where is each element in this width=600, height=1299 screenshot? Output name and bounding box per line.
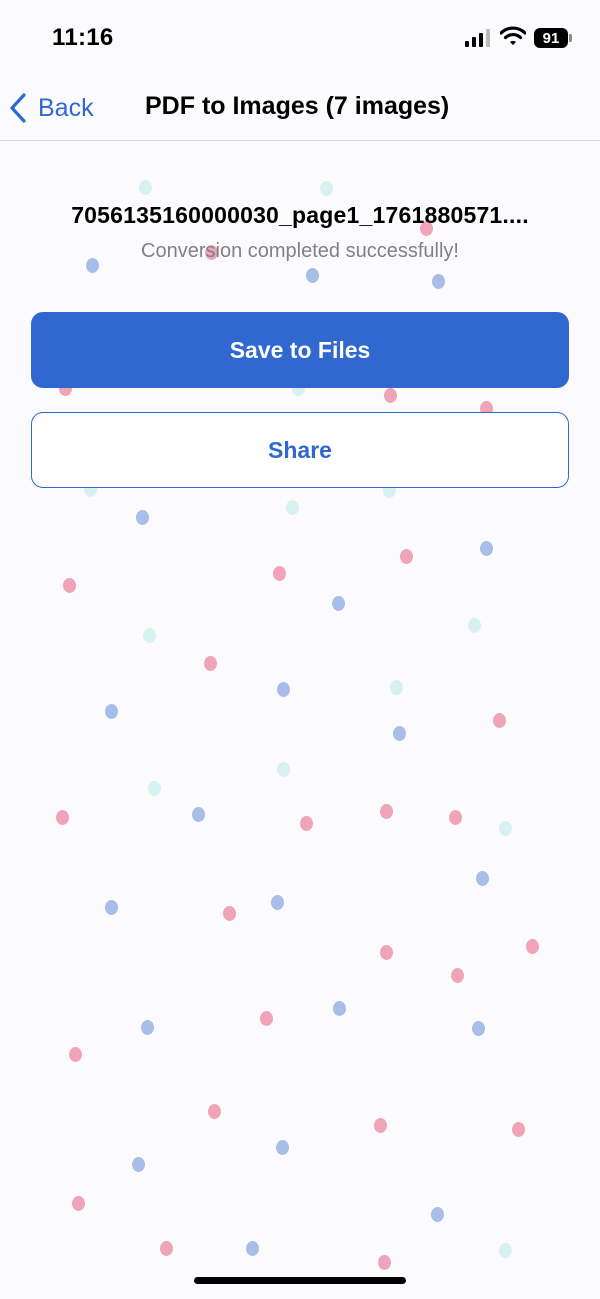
confetti-dot: [378, 1255, 391, 1270]
confetti-dot: [400, 549, 413, 564]
confetti-dot: [277, 762, 290, 777]
confetti-dot: [512, 1122, 525, 1137]
confetti-dot: [271, 895, 284, 910]
confetti-dot: [69, 1047, 82, 1062]
confetti-dot: [208, 1104, 221, 1119]
status-time: 11:16: [52, 24, 114, 51]
conversion-status-message: Conversion completed successfully!: [141, 240, 459, 262]
confetti-dot: [143, 628, 156, 643]
chevron-left-icon: [10, 93, 26, 123]
confetti-dot: [480, 541, 493, 556]
confetti-dot: [451, 968, 464, 983]
confetti-dot: [499, 821, 512, 836]
confetti-dot: [72, 1196, 85, 1211]
confetti-dot: [273, 566, 286, 581]
confetti-dot: [105, 704, 118, 719]
confetti-dot: [63, 578, 76, 593]
confetti-dot: [493, 713, 506, 728]
confetti-dot: [390, 680, 403, 695]
confetti-dot: [432, 274, 445, 289]
confetti-dot: [374, 1118, 387, 1133]
confetti-dot: [148, 781, 161, 796]
confetti-dot: [449, 810, 462, 825]
confetti-dot: [56, 810, 69, 825]
confetti-dot: [306, 268, 319, 283]
confetti-dot: [105, 900, 118, 915]
confetti-dot: [223, 906, 236, 921]
confetti-dot: [472, 1021, 485, 1036]
confetti-dot: [300, 816, 313, 831]
confetti-dot: [380, 804, 393, 819]
save-to-files-button[interactable]: Save to Files: [31, 312, 569, 388]
confetti-dot: [141, 1020, 154, 1035]
confetti-dot: [246, 1241, 259, 1256]
confetti-dot: [431, 1207, 444, 1222]
confetti-dot: [468, 618, 481, 633]
home-indicator: [194, 1277, 406, 1284]
wifi-icon: [499, 26, 527, 51]
file-name: 7056135160000030_page1_1761880571....: [71, 202, 529, 228]
page-title: PDF to Images (7 images): [145, 92, 450, 120]
confetti-dot: [333, 1001, 346, 1016]
confetti-dot: [204, 656, 217, 671]
back-button[interactable]: Back: [10, 88, 94, 128]
confetti-dot: [277, 682, 290, 697]
confetti-dot: [393, 726, 406, 741]
confetti-dot: [132, 1157, 145, 1172]
confetti-dot: [384, 388, 397, 403]
status-bar: 11:16 91: [0, 0, 600, 78]
navigation-bar: Back PDF to Images (7 images): [0, 78, 600, 141]
battery-icon: 91: [534, 28, 568, 48]
share-button[interactable]: Share: [31, 412, 569, 488]
confetti-dot: [160, 1241, 173, 1256]
confetti-dot: [139, 180, 152, 195]
confetti-dot: [260, 1011, 273, 1026]
confetti-dot: [499, 1243, 512, 1258]
confetti-dot: [320, 181, 333, 196]
confetti-dot: [286, 500, 299, 515]
confetti-dot: [380, 945, 393, 960]
confetti-dot: [526, 939, 539, 954]
confetti-dot: [276, 1140, 289, 1155]
confetti-dot: [136, 510, 149, 525]
battery-cap: [569, 34, 572, 42]
confetti-dot: [332, 596, 345, 611]
confetti-dot: [192, 807, 205, 822]
back-label: Back: [38, 93, 94, 122]
cellular-signal-icon: [465, 29, 491, 52]
confetti-dot: [476, 871, 489, 886]
